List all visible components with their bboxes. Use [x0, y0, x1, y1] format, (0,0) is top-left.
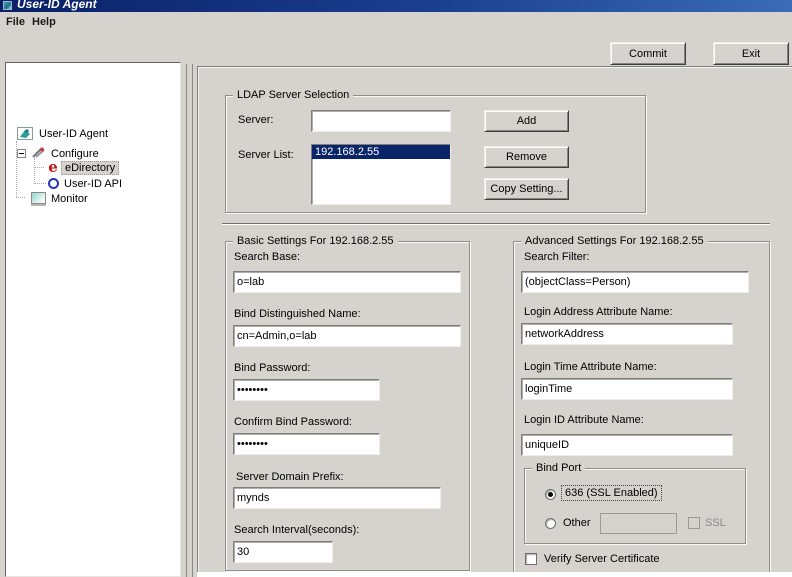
tree-item-label: User-ID Agent: [39, 128, 109, 140]
other-port-radio-label[interactable]: Other: [563, 517, 591, 529]
search-base-label: Search Base:: [234, 251, 301, 263]
ldap-server-selection-group: LDAP Server Selection Server: Add Server…: [225, 89, 646, 213]
tree-item-label: Monitor: [51, 193, 88, 205]
bottom-edge: [197, 572, 792, 577]
other-port-radio[interactable]: [545, 518, 556, 529]
menu-file[interactable]: File: [2, 15, 29, 29]
tree-item-user-id-agent[interactable]: User-ID Agent: [36, 127, 111, 141]
search-interval-input[interactable]: [233, 541, 333, 563]
edirectory-icon: e: [48, 158, 58, 176]
group-title: Advanced Settings For 192.168.2.55: [521, 235, 708, 247]
exit-button[interactable]: Exit: [713, 42, 789, 65]
login-address-input[interactable]: [521, 323, 733, 345]
tree-item-configure[interactable]: Configure: [48, 147, 102, 161]
bind-dn-label: Bind Distinguished Name:: [234, 308, 361, 320]
copy-setting-button[interactable]: Copy Setting...: [484, 178, 569, 200]
configure-icon: [31, 147, 46, 159]
login-time-input[interactable]: [521, 378, 733, 400]
domain-prefix-label: Server Domain Prefix:: [236, 471, 344, 483]
other-port-input[interactable]: [600, 513, 677, 534]
tree-connector: [34, 158, 35, 184]
navigation-tree: e User-ID Agent Configure eDirectory Use…: [5, 62, 181, 577]
domain-prefix-input[interactable]: [233, 487, 441, 509]
login-address-label: Login Address Attribute Name:: [524, 306, 673, 318]
search-filter-label: Search Filter:: [524, 251, 590, 263]
bind-password-label: Bind Password:: [234, 362, 311, 374]
bind-dn-input[interactable]: [233, 325, 461, 347]
user-id-api-icon: [48, 178, 59, 189]
server-input[interactable]: [311, 110, 451, 132]
confirm-password-label: Confirm Bind Password:: [234, 416, 352, 428]
ssl-checkbox[interactable]: [688, 517, 700, 529]
bind-port-group: Bind Port 636 (SSL Enabled) Other SSL: [524, 462, 746, 544]
verify-certificate-checkbox[interactable]: [525, 553, 537, 565]
tree-item-label: eDirectory: [61, 161, 120, 175]
splitter[interactable]: [192, 64, 193, 577]
login-id-input[interactable]: [521, 434, 733, 456]
confirm-password-input[interactable]: [233, 433, 380, 455]
tree-item-label: User-ID API: [64, 178, 123, 190]
basic-settings-group: Basic Settings For 192.168.2.55 Search B…: [225, 235, 470, 571]
server-listbox[interactable]: 192.168.2.55: [311, 144, 451, 205]
verify-certificate-label[interactable]: Verify Server Certificate: [544, 553, 660, 565]
search-filter-input[interactable]: [521, 271, 749, 293]
monitor-icon: [31, 192, 46, 204]
window-title: User-ID Agent: [17, 0, 97, 11]
collapse-expander-icon[interactable]: [17, 149, 26, 158]
commit-button[interactable]: Commit: [610, 42, 686, 65]
tree-item-user-id-api[interactable]: User-ID API: [61, 177, 125, 191]
splitter[interactable]: [186, 64, 187, 577]
remove-button[interactable]: Remove: [484, 146, 569, 168]
search-interval-label: Search Interval(seconds):: [234, 524, 360, 536]
group-title: LDAP Server Selection: [233, 89, 354, 101]
server-list-item[interactable]: 192.168.2.55: [312, 145, 450, 159]
tree-connector: [34, 183, 46, 184]
tree-connector: [16, 197, 25, 198]
menu-help[interactable]: Help: [28, 15, 60, 29]
bind-password-input[interactable]: [233, 379, 380, 401]
add-button[interactable]: Add: [484, 110, 569, 132]
ssl-port-radio[interactable]: [545, 489, 556, 500]
advanced-settings-group: Advanced Settings For 192.168.2.55 Searc…: [513, 235, 770, 577]
tree-connector: [34, 167, 44, 168]
server-label: Server:: [238, 114, 274, 126]
app-icon: [3, 1, 12, 10]
ssl-port-radio-label[interactable]: 636 (SSL Enabled): [561, 485, 662, 501]
login-id-label: Login ID Attribute Name:: [524, 414, 644, 426]
tree-item-edirectory[interactable]: eDirectory: [61, 161, 120, 175]
tree-item-label: Configure: [51, 148, 99, 160]
group-title: Bind Port: [532, 462, 586, 474]
tree-item-monitor[interactable]: Monitor: [48, 192, 91, 206]
server-list-label: Server List:: [238, 149, 294, 161]
user-id-agent-window: User-ID Agent File Help Commit Exit e Us…: [0, 0, 792, 577]
agent-icon: [17, 127, 33, 140]
menu-bar: File Help: [0, 12, 792, 31]
title-bar[interactable]: User-ID Agent: [0, 0, 792, 12]
login-time-label: Login Time Attribute Name:: [524, 361, 657, 373]
search-base-input[interactable]: [233, 271, 461, 293]
separator-line: [222, 223, 770, 225]
ssl-checkbox-label: SSL: [705, 517, 726, 529]
group-title: Basic Settings For 192.168.2.55: [233, 235, 398, 247]
